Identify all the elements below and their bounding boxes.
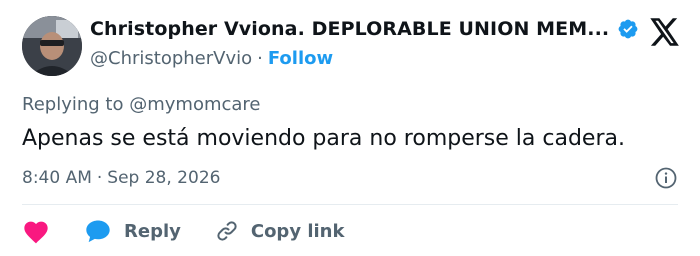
reply-button[interactable]: Reply [84, 218, 181, 244]
author-name-row: Christopher Vviona. DEPLORABLE UNION MEM… [90, 18, 639, 40]
info-icon[interactable] [654, 166, 678, 190]
tweet-text: Apenas se está moviendo para no romperse… [22, 126, 625, 151]
handle-separator: · [257, 48, 263, 69]
reply-label: Reply [124, 220, 181, 242]
link-icon [215, 219, 239, 243]
heart-icon [22, 218, 50, 244]
author-display-name[interactable]: Christopher Vviona. DEPLORABLE UNION MEM… [90, 18, 609, 40]
replying-to-handle[interactable]: @mymomcare [129, 94, 260, 115]
author-handle[interactable]: @ChristopherVvio [90, 48, 252, 69]
copy-link-label: Copy link [250, 220, 345, 242]
timestamp-separator: · [96, 168, 103, 188]
like-button[interactable] [22, 218, 50, 244]
x-logo-icon[interactable] [650, 18, 680, 46]
verified-badge-icon [617, 18, 639, 40]
tweet-card: Christopher Vviona. DEPLORABLE UNION MEM… [0, 0, 700, 256]
tweet-timestamp[interactable]: 8:40 AM · Sep 28, 2026 [22, 168, 220, 188]
tweet-actions: Reply Copy link [22, 218, 378, 244]
avatar[interactable] [22, 16, 82, 76]
reply-bubble-icon [84, 218, 112, 244]
replying-to-line: Replying to @mymomcare [22, 94, 261, 115]
copy-link-button[interactable]: Copy link [215, 219, 345, 243]
tweet-time: 8:40 AM [22, 168, 92, 188]
follow-button[interactable]: Follow [268, 48, 333, 69]
replying-to-prefix: Replying to [22, 94, 124, 115]
divider [22, 204, 678, 205]
author-handle-row: @ChristopherVvio · Follow [90, 48, 333, 69]
tweet-date: Sep 28, 2026 [107, 168, 221, 188]
